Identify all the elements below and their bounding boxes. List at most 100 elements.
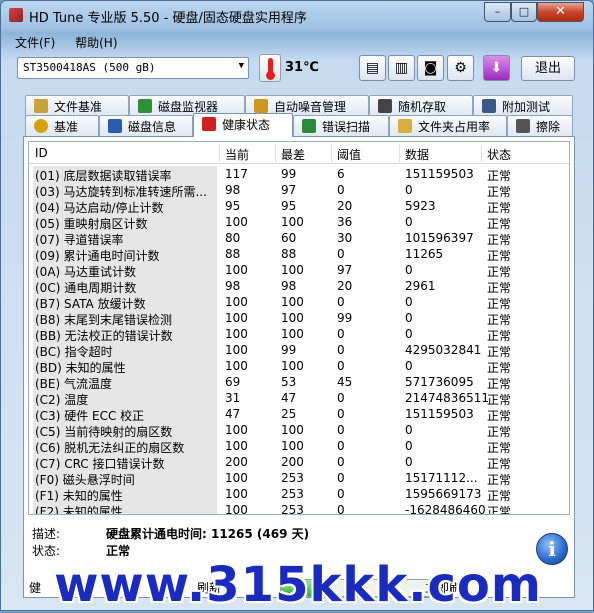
- cell-id: (C5) 当前待映射的扇区数: [33, 422, 217, 438]
- cell-current: 98: [225, 279, 241, 293]
- copy-info-icon: ▤: [365, 60, 380, 76]
- cell-id: (0A) 马达重试计数: [33, 262, 217, 278]
- cell-current: 31: [225, 391, 241, 405]
- table-row[interactable]: (B8) 末尾到末尾错误检测 100 100 99 0 正常: [29, 310, 569, 327]
- cell-id: (0C) 通电周期计数: [33, 278, 217, 294]
- table-row[interactable]: (F1) 未知的属性 100 253 0 1595669173 正常: [29, 486, 569, 503]
- table-row[interactable]: (C3) 硬件 ECC 校正 47 25 0 151159503 正常: [29, 406, 569, 423]
- cell-current: 100: [225, 327, 248, 341]
- header-id[interactable]: ID: [35, 146, 48, 160]
- cell-threshold: 99: [337, 311, 353, 325]
- cell-current: 88: [225, 247, 241, 261]
- benchmark-icon: [34, 119, 48, 133]
- table-row[interactable]: (BE) 气流温度 69 53 45 571736095 正常: [29, 374, 569, 391]
- table-row[interactable]: (BB) 无法校正的错误计数 100 100 0 0 正常: [29, 326, 569, 343]
- cell-worst: 100: [281, 263, 304, 277]
- cell-threshold: 0: [337, 439, 345, 453]
- tab-file-benchmark[interactable]: 文件基准: [25, 95, 129, 116]
- cell-data: 1595669173: [405, 487, 482, 501]
- screenshot-button[interactable]: ◙: [417, 55, 444, 81]
- drive-select[interactable]: ST3500418AS (500 gB) ▼: [17, 57, 249, 79]
- temperature-readout: 31℃: [285, 60, 319, 75]
- cell-current: 100: [225, 215, 248, 229]
- table-row[interactable]: (0A) 马达重试计数 100 100 97 0 正常: [29, 262, 569, 279]
- table-row[interactable]: (C7) CRC 接口错误计数 200 200 0 0 正常: [29, 454, 569, 471]
- header-worst[interactable]: 最差: [281, 146, 305, 163]
- cell-data: 0: [405, 455, 413, 469]
- options-icon: ⚙: [454, 60, 467, 76]
- minimize-button[interactable]: –: [484, 2, 511, 22]
- cell-threshold: 0: [337, 487, 345, 501]
- cell-threshold: 0: [337, 407, 345, 421]
- table-row[interactable]: (01) 底层数据读取错误率 117 99 6 151159503 正常: [29, 166, 569, 183]
- cell-threshold: 0: [337, 295, 345, 309]
- cell-id: (BC) 指令超时: [33, 342, 217, 358]
- cell-current: 100: [225, 423, 248, 437]
- table-row[interactable]: (F0) 磁头悬浮时间 100 253 0 15171112... 正常: [29, 470, 569, 487]
- close-button[interactable]: ✕: [537, 2, 584, 22]
- table-row[interactable]: (09) 累计通电时间计数 88 88 0 11265 正常: [29, 246, 569, 263]
- table-row[interactable]: (07) 寻道错误率 80 60 30 101596397 正常: [29, 230, 569, 247]
- cell-id: (BB) 无法校正的错误计数: [33, 326, 217, 342]
- cell-threshold: 0: [337, 391, 345, 405]
- cell-id: (F2) 未知的属性: [33, 502, 217, 514]
- copy-text-button[interactable]: ▥: [388, 55, 415, 81]
- thermometer-icon: [259, 54, 281, 82]
- table-row[interactable]: (B7) SATA 放缓计数 100 100 0 0 正常: [29, 294, 569, 311]
- tab-folder-usage[interactable]: 文件夹占用率: [389, 115, 507, 136]
- tab-disk-info[interactable]: 磁盘信息: [99, 115, 193, 136]
- cell-id: (04) 马达启动/停止计数: [33, 198, 217, 214]
- table-body: (01) 底层数据读取错误率 117 99 6 151159503 正常 (03) 马达旋转…: [29, 166, 569, 514]
- table-row[interactable]: (05) 重映射扇区计数 100 100 36 0 正常: [29, 214, 569, 231]
- tab-random-access[interactable]: 随机存取: [369, 95, 473, 116]
- title-bar[interactable]: HD Tune 专业版 5.50 - 硬盘/固态硬盘实用程序 – □ ✕: [1, 1, 593, 29]
- header-threshold[interactable]: 阈值: [337, 146, 361, 163]
- exit-button[interactable]: 退出: [521, 56, 575, 81]
- table-row[interactable]: (04) 马达启动/停止计数 95 95 20 5923 正常: [29, 198, 569, 215]
- cell-threshold: 0: [337, 183, 345, 197]
- tab-extra-tests[interactable]: 附加测试: [473, 95, 573, 116]
- header-data[interactable]: 数据: [405, 146, 429, 163]
- cell-id: (F1) 未知的属性: [33, 486, 217, 502]
- cell-threshold: 0: [337, 359, 345, 373]
- cell-worst: 100: [281, 359, 304, 373]
- save-button[interactable]: ⬇: [483, 55, 510, 81]
- table-row[interactable]: (C5) 当前待映射的扇区数 100 100 0 0 正常: [29, 422, 569, 439]
- cell-threshold: 36: [337, 215, 353, 229]
- table-row[interactable]: (F2) 未知的属性 100 253 0 -1628486460 正常: [29, 502, 569, 514]
- cell-threshold: 97: [337, 263, 353, 277]
- cell-data: 0: [405, 183, 413, 197]
- maximize-button[interactable]: □: [511, 2, 537, 22]
- cell-id: (B8) 末尾到末尾错误检测: [33, 310, 217, 326]
- tab-erase[interactable]: 擦除: [507, 115, 573, 136]
- table-row[interactable]: (C6) 脱机无法纠正的扇区数 100 100 0 0 正常: [29, 438, 569, 455]
- table-header: ID 当前 最差 阈值 数据 状态: [29, 142, 569, 164]
- copy-info-button[interactable]: ▤: [359, 55, 386, 81]
- tab-benchmark[interactable]: 基准: [25, 115, 99, 136]
- header-current[interactable]: 当前: [225, 146, 249, 163]
- description-label: 描述:: [32, 527, 61, 541]
- table-row[interactable]: (BD) 未知的属性 100 100 0 0 正常: [29, 358, 569, 375]
- tab-health[interactable]: 健康状态: [193, 113, 293, 137]
- menu-help[interactable]: 帮助(H): [67, 31, 125, 54]
- table-row[interactable]: (0C) 通电周期计数 98 98 20 2961 正常: [29, 278, 569, 295]
- cell-current: 200: [225, 455, 248, 469]
- smart-table[interactable]: ID 当前 最差 阈值 数据 状态 (01) 底层数据读取错误率 117 99 6 15…: [28, 141, 570, 515]
- menu-file[interactable]: 文件(F): [7, 31, 63, 54]
- cell-data: 571736095: [405, 375, 474, 389]
- copy-text-icon: ▥: [394, 60, 409, 76]
- cell-id: (05) 重映射扇区计数: [33, 214, 217, 230]
- cell-worst: 60: [281, 231, 297, 245]
- cell-worst: 253: [281, 471, 304, 485]
- cell-current: 47: [225, 407, 241, 421]
- header-status[interactable]: 状态: [487, 146, 511, 163]
- cell-id: (B7) SATA 放缓计数: [33, 294, 217, 310]
- table-row[interactable]: (03) 马达旋转到标准转速所需... 98 97 0 0 正常: [29, 182, 569, 199]
- options-button[interactable]: ⚙: [447, 55, 474, 81]
- cell-worst: 100: [281, 327, 304, 341]
- cell-current: 100: [225, 487, 248, 501]
- table-row[interactable]: (BC) 指令超时 100 99 0 4295032841 正常: [29, 342, 569, 359]
- cell-data: 2961: [405, 279, 436, 293]
- table-row[interactable]: (C2) 温度 31 47 0 21474836511 正常: [29, 390, 569, 407]
- tab-error-scan[interactable]: 错误扫描: [293, 115, 389, 136]
